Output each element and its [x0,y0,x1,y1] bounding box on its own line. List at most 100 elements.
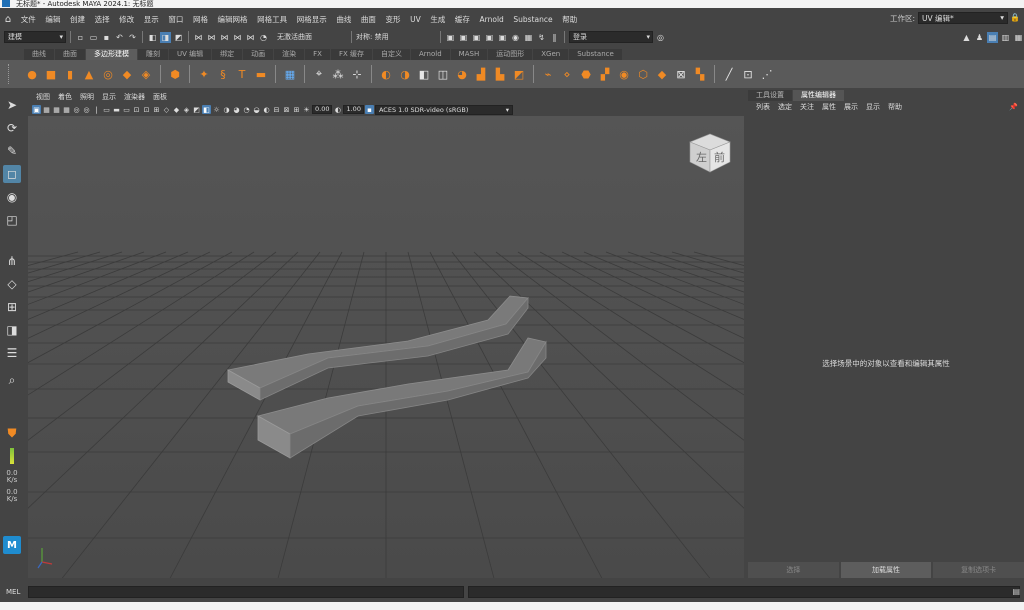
multi-cut-icon[interactable]: ⌁ [540,66,556,82]
exposure-field[interactable]: 0.00 [312,105,333,114]
modeling-toolkit-icon[interactable]: ▲ [961,32,972,43]
super-shape-icon[interactable]: ✦ [196,66,212,82]
uv-toolkit-icon[interactable]: ⋰ [759,66,775,82]
platonic-solid-icon[interactable]: ⬢ [167,66,183,82]
uv-editor-icon[interactable]: ⊡ [740,66,756,82]
svg-icon[interactable]: ▬ [253,66,269,82]
shelf-tab-xgen[interactable]: XGen [533,49,569,60]
channel-box-icon[interactable]: ▦ [1013,32,1024,43]
new-scene-icon[interactable]: ▫ [75,32,86,43]
snap-point-icon[interactable]: ⋈ [219,32,230,43]
textured-icon[interactable]: ◧ [202,105,211,114]
shelf-tab-uv-editing[interactable]: UV 编辑 [169,49,212,60]
select-button[interactable]: 选择 [748,562,839,578]
extrude-icon[interactable]: ▟ [473,66,489,82]
support-icon[interactable]: ◎ [655,32,666,43]
hypershade-icon[interactable]: ◉ [510,32,521,43]
move-tool-icon[interactable]: ◻ [3,165,21,183]
mel-label[interactable]: MEL [6,588,24,596]
undo-icon[interactable]: ↶ [114,32,125,43]
menu-cache[interactable]: 缓存 [450,14,475,25]
exposure-icon[interactable]: ☀ [302,105,311,114]
shelf-tab-custom[interactable]: 自定义 [373,49,411,60]
poly-cone-icon[interactable]: ▲ [81,66,97,82]
open-scene-icon[interactable]: ▭ [88,32,99,43]
render-settings-icon[interactable]: ▣ [497,32,508,43]
view-transform-dropdown[interactable]: ACES 1.0 SDR-video (sRGB) [374,104,513,115]
shelf-grip[interactable] [8,64,12,84]
ae-menu-list[interactable]: 列表 [752,102,774,112]
menu-deform[interactable]: 变形 [381,14,406,25]
snap-curve-icon[interactable]: ⋈ [206,32,217,43]
tab-tool-settings[interactable]: 工具设置 [748,90,792,101]
tab-attribute-editor[interactable]: 属性编辑器 [793,90,844,101]
menu-set-combo[interactable]: 建模 [4,31,66,43]
shelf-tab-rigging[interactable]: 绑定 [212,49,243,60]
shelf-tab-animation[interactable]: 动画 [243,49,274,60]
retopologize-icon[interactable]: ▚ [692,66,708,82]
bridge-icon[interactable]: ▙ [492,66,508,82]
shelf-tab-surfaces[interactable]: 曲面 [55,49,85,60]
attribute-editor-toggle-icon[interactable]: ▤ [987,31,998,43]
ambient-occlusion-icon[interactable]: ◕ [232,105,241,114]
gate-mask-icon[interactable]: ⊡ [132,105,141,114]
ae-menu-display[interactable]: 显示 [862,102,884,112]
grid-icon[interactable]: ▭ [102,105,111,114]
menu-mesh-tools[interactable]: 网格工具 [252,14,292,25]
select-tool-icon[interactable]: ➤ [3,96,21,114]
mirror-icon[interactable]: ◫ [435,66,451,82]
fill-hole-icon[interactable]: ◉ [616,66,632,82]
menu-edit[interactable]: 编辑 [41,14,66,25]
image-plane-icon[interactable]: ▦ [62,105,71,114]
outliner-layout-icon[interactable]: ☰ [3,344,21,362]
select-object-icon[interactable]: ◨ [160,31,171,43]
xray-icon[interactable]: ⊠ [282,105,291,114]
vp-menu-renderer[interactable]: 渲染器 [120,92,149,102]
menu-create[interactable]: 创建 [65,14,90,25]
lasso-tool-icon[interactable]: ⟳ [3,119,21,137]
script-editor-icon[interactable]: ▤ [1012,587,1020,596]
wireframe-on-shaded-icon[interactable]: ◩ [192,105,201,114]
shelf-tab-motion-graphics[interactable]: 运动图形 [488,49,533,60]
make-live-icon[interactable]: ◔ [258,32,269,43]
poly-cylinder-icon[interactable]: ▮ [62,66,78,82]
boolean-icon[interactable]: ◕ [454,66,470,82]
vp-menu-shading[interactable]: 着色 [54,92,76,102]
bookmark-icon[interactable]: ▦ [52,105,61,114]
menu-select[interactable]: 选择 [90,14,115,25]
mel-input[interactable] [28,586,464,598]
menu-edit-mesh[interactable]: 编辑网格 [213,14,253,25]
field-chart-icon[interactable]: ⊡ [142,105,151,114]
symmetry-label[interactable]: 对称: 禁用 [356,32,436,42]
smooth-icon[interactable]: ◧ [416,66,432,82]
shelf-tab-substance[interactable]: Substance [569,49,622,60]
vp-menu-show[interactable]: 显示 [98,92,120,102]
sculpt-tool-icon[interactable]: ╱ [721,66,737,82]
wireframe-icon[interactable]: ◇ [162,105,171,114]
xray-joints-icon[interactable]: ⊞ [292,105,301,114]
poly-sphere-icon[interactable]: ● [24,66,40,82]
tool-settings-icon[interactable]: ▥ [1000,32,1011,43]
login-dropdown[interactable]: 登录 [569,31,653,43]
ipr-icon[interactable]: ▣ [484,32,495,43]
shelf-tab-poly-modeling[interactable]: 多边形建模 [86,49,137,60]
vp-menu-lighting[interactable]: 照明 [76,92,98,102]
poke-icon[interactable]: ⬣ [578,66,594,82]
shelf-tab-fx[interactable]: FX [305,49,330,60]
snap-surface-icon[interactable]: ⋈ [245,32,256,43]
menu-generate[interactable]: 生成 [426,14,451,25]
render-frame-icon[interactable]: ▣ [445,32,456,43]
paint-select-tool-icon[interactable]: ✎ [3,142,21,160]
poly-cube-icon[interactable]: ■ [43,66,59,82]
vp-menu-view[interactable]: 视图 [32,92,54,102]
menu-file[interactable]: 文件 [16,14,41,25]
poly-plane-icon[interactable]: ◆ [119,66,135,82]
pause-icon[interactable]: ‖ [549,32,560,43]
menu-windows[interactable]: 窗口 [164,14,189,25]
ae-menu-focus[interactable]: 关注 [796,102,818,112]
ae-menu-show[interactable]: 展示 [840,102,862,112]
shield-icon[interactable]: ⛊ [3,424,21,442]
depth-of-field-icon[interactable]: ◐ [262,105,271,114]
render-view-icon[interactable]: ▣ [471,32,482,43]
shelf-tab-curves[interactable]: 曲线 [24,49,54,60]
